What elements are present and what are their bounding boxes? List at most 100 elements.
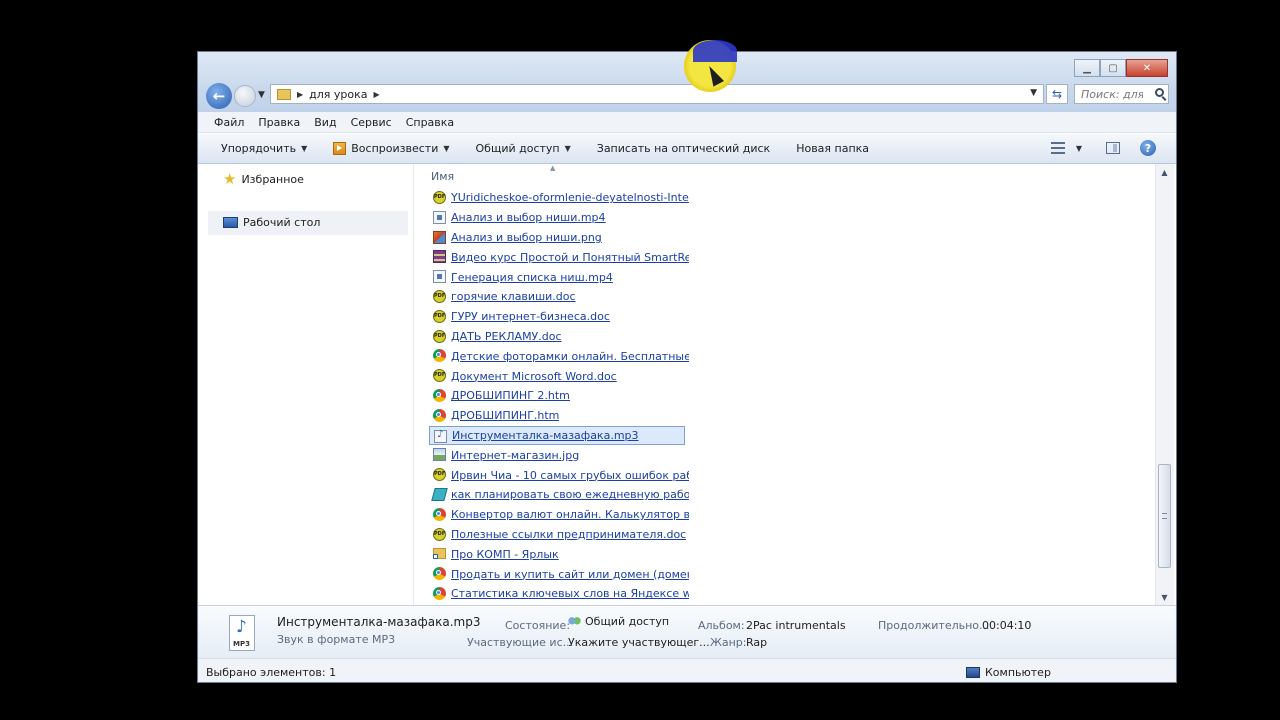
file-row[interactable]: ДАТЬ РЕКЛАМУ.doc (429, 327, 689, 347)
file-row[interactable]: Полезные ссылки предпринимателя.doc (429, 525, 689, 545)
view-options-icon[interactable] (1050, 142, 1065, 154)
file-name[interactable]: Интернет-магазин.jpg (451, 449, 579, 462)
minimize-button[interactable]: ▁ (1074, 59, 1100, 77)
chevron-down-icon: ▼ (301, 144, 308, 153)
pdf-icon (433, 191, 446, 204)
file-row[interactable]: Про КОМП - Ярлык (429, 544, 689, 564)
file-row[interactable]: Статистика ключевых слов на Яндексе wo..… (429, 584, 689, 604)
details-genre-value[interactable]: Rap (746, 636, 767, 649)
file-row[interactable]: ДРОБШИПИНГ.htm (429, 406, 689, 426)
menu-help[interactable]: Справка (406, 116, 454, 129)
file-name[interactable]: как планировать свою ежедневную работ... (451, 488, 689, 501)
file-row[interactable]: как планировать свою ежедневную работ... (429, 485, 689, 505)
refresh-button[interactable]: ⇆ (1046, 84, 1068, 104)
address-dropdown-icon[interactable]: ▼ (1030, 88, 1037, 98)
file-row[interactable]: Генерация списка ниш.mp4 (429, 267, 689, 287)
menu-file[interactable]: Файл (214, 116, 244, 129)
file-name[interactable]: Инструменталка-мазафака.mp3 (452, 429, 639, 442)
file-name[interactable]: Ирвин Чиа - 10 самых грубых ошибок раб..… (451, 469, 689, 482)
search-icon[interactable] (1155, 88, 1164, 97)
file-row[interactable]: Ирвин Чиа - 10 самых грубых ошибок раб..… (429, 465, 689, 485)
menu-edit[interactable]: Правка (258, 116, 300, 129)
file-name[interactable]: ДРОБШИПИНГ 2.htm (451, 389, 570, 402)
preview-pane-icon[interactable] (1106, 142, 1120, 154)
forward-button[interactable] (234, 85, 256, 107)
file-name[interactable]: Анализ и выбор ниши.png (451, 231, 602, 244)
file-row[interactable]: Детские фоторамки онлайн. Бесплатные ... (429, 346, 689, 366)
burn-disc-button[interactable]: Записать на оптический диск (597, 142, 770, 155)
arrow-left-icon: ← (212, 87, 226, 105)
file-list: YUridicheskoe-oformlenie-deyatelnosti-In… (429, 188, 689, 604)
file-name[interactable]: Генерация списка ниш.mp4 (451, 271, 613, 284)
details-participants-value[interactable]: Укажите участвующег... (568, 636, 710, 649)
search-input[interactable] (1081, 87, 1143, 101)
close-button[interactable]: ✕ (1126, 59, 1168, 77)
file-row[interactable]: Конвертор валют онлайн. Калькулятор ва..… (429, 505, 689, 525)
share-button[interactable]: Общий доступ ▼ (476, 142, 571, 155)
vertical-scrollbar[interactable]: ▲ ▼ (1155, 164, 1174, 605)
file-name[interactable]: Документ Microsoft Word.doc (451, 370, 617, 383)
nav-item-favorites[interactable]: ★ Избранное (223, 172, 304, 187)
view-dropdown-icon[interactable]: ▼ (1076, 144, 1082, 153)
nav-item-desktop[interactable]: Рабочий стол (223, 216, 320, 229)
archive-icon (433, 250, 446, 264)
file-name[interactable]: Детские фоторамки онлайн. Бесплатные ... (451, 350, 689, 363)
play-button[interactable]: Воспроизвести ▼ (333, 142, 450, 155)
recent-pages-dropdown[interactable]: ▼ (258, 90, 265, 100)
help-icon[interactable]: ? (1140, 140, 1156, 156)
chevron-right-icon[interactable]: ▶ (297, 90, 303, 99)
scroll-down-button[interactable]: ▼ (1156, 589, 1173, 605)
grip-icon (1162, 513, 1167, 519)
file-name[interactable]: Видео курс Простой и Понятный SmartRes..… (451, 251, 689, 264)
file-name[interactable]: YUridicheskoe-oformlenie-deyatelnosti-In… (451, 191, 689, 204)
column-header-name[interactable]: Имя (431, 170, 454, 183)
file-name[interactable]: ДРОБШИПИНГ.htm (451, 409, 559, 422)
details-genre-label: Жанр: (710, 636, 747, 649)
file-row[interactable]: ГУРУ интернет-бизнеса.doc (429, 307, 689, 327)
file-name[interactable]: горячие клавиши.doc (451, 290, 576, 303)
file-row[interactable]: Документ Microsoft Word.doc (429, 366, 689, 386)
details-file-type: Звук в формате MP3 (277, 633, 396, 646)
command-bar: Упорядочить ▼ Воспроизвести ▼ Общий дост… (198, 134, 1176, 164)
file-name[interactable]: ГУРУ интернет-бизнеса.doc (451, 310, 610, 323)
chevron-right-icon[interactable]: ▶ (374, 90, 380, 99)
file-row[interactable]: Анализ и выбор ниши.mp4 (429, 208, 689, 228)
file-row[interactable]: горячие клавиши.doc (429, 287, 689, 307)
details-pane: ♪ MP3 Инструменталка-мазафака.mp3 Звук в… (198, 605, 1176, 659)
file-name[interactable]: Продать и купить сайт или домен (доменн.… (451, 568, 689, 581)
search-box[interactable] (1074, 84, 1169, 104)
file-row[interactable]: Интернет-магазин.jpg (429, 445, 689, 465)
file-name[interactable]: Конвертор валют онлайн. Калькулятор ва..… (451, 508, 689, 521)
menu-tools[interactable]: Сервис (351, 116, 392, 129)
details-state-value[interactable]: Общий доступ (568, 615, 669, 628)
share-label: Общий доступ (475, 142, 560, 155)
file-row[interactable]: Видео курс Простой и Понятный SmartRes..… (429, 247, 689, 267)
file-name[interactable]: Полезные ссылки предпринимателя.doc (451, 528, 686, 541)
file-name[interactable]: Статистика ключевых слов на Яндексе wo..… (451, 587, 689, 600)
file-row[interactable]: Инструменталка-мазафака.mp3 (429, 425, 685, 446)
chrome-icon (433, 586, 446, 600)
file-row[interactable]: Анализ и выбор ниши.png (429, 228, 689, 248)
back-button[interactable]: ← (206, 83, 232, 109)
pdf-icon (433, 527, 446, 541)
maximize-button[interactable]: ▢ (1100, 59, 1126, 77)
organize-button[interactable]: Упорядочить ▼ (221, 142, 307, 155)
menu-view[interactable]: Вид (314, 116, 336, 129)
chevron-down-icon: ▼ (564, 144, 571, 153)
scrollbar-thumb[interactable] (1158, 464, 1171, 568)
file-row[interactable]: Продать и купить сайт или домен (доменн.… (429, 564, 689, 584)
breadcrumb-folder[interactable]: для урока (309, 88, 367, 101)
file-name[interactable]: ДАТЬ РЕКЛАМУ.doc (451, 330, 562, 343)
details-album-value[interactable]: 2Pac intrumentals (746, 619, 846, 632)
file-name[interactable]: Анализ и выбор ниши.mp4 (451, 211, 606, 224)
file-row[interactable]: ДРОБШИПИНГ 2.htm (429, 386, 689, 406)
new-folder-button[interactable]: Новая папка (796, 142, 869, 155)
address-bar[interactable]: ▶ для урока ▶ ▼ (270, 84, 1044, 104)
status-location: Компьютер (966, 666, 1051, 679)
scroll-up-button[interactable]: ▲ (1156, 164, 1173, 180)
file-row[interactable]: YUridicheskoe-oformlenie-deyatelnosti-In… (429, 188, 689, 208)
file-name[interactable]: Про КОМП - Ярлык (451, 548, 559, 561)
jpg-file-icon (433, 448, 446, 462)
chrome-icon (433, 388, 446, 402)
cursor-click-indicator (693, 40, 737, 62)
